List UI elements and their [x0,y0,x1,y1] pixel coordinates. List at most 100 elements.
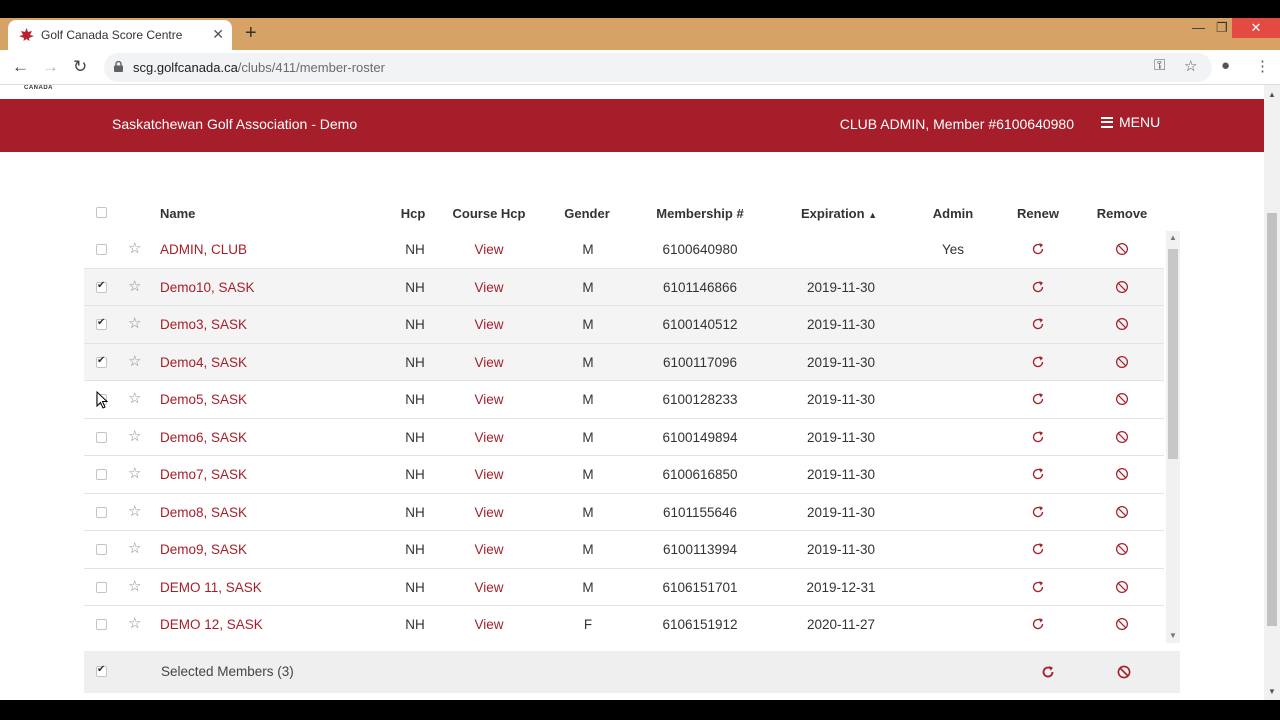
favorite-star-icon[interactable]: ☆ [128,239,141,257]
renew-icon[interactable] [1031,505,1045,519]
favorite-star-icon[interactable]: ☆ [128,352,141,370]
course-hcp-view-link[interactable]: View [474,617,503,632]
member-name-link[interactable]: Demo6, SASK [160,430,247,445]
col-hcp[interactable]: Hcp [401,206,426,221]
remove-icon[interactable] [1115,467,1129,481]
new-tab-icon[interactable]: + [245,23,257,43]
member-name-link[interactable]: DEMO 12, SASK [160,617,263,632]
col-membership[interactable]: Membership # [656,206,743,221]
renew-icon[interactable] [1031,317,1045,331]
favorite-star-icon[interactable]: ☆ [128,314,141,332]
page-scrollbar[interactable]: ▲ ▼ [1264,85,1280,700]
favorite-star-icon[interactable]: ☆ [128,427,141,445]
remove-icon[interactable] [1115,617,1129,631]
remove-icon[interactable] [1115,317,1129,331]
renew-icon[interactable] [1031,580,1045,594]
course-hcp-view-link[interactable]: View [474,280,503,295]
page-scroll-down-icon[interactable]: ▼ [1268,687,1276,696]
favorite-star-icon[interactable]: ☆ [128,277,141,295]
browser-tab[interactable]: Golf Canada Score Centre ✕ [8,20,232,50]
member-name-link[interactable]: Demo4, SASK [160,355,247,370]
remove-icon[interactable] [1115,242,1129,256]
table-scroll-thumb[interactable] [1168,249,1178,459]
select-all-checkbox[interactable] [96,207,107,218]
course-hcp-view-link[interactable]: View [474,580,503,595]
key-icon[interactable]: ⚿ [1154,57,1165,74]
renew-icon[interactable] [1031,542,1045,556]
course-hcp-view-link[interactable]: View [474,392,503,407]
favorite-star-icon[interactable]: ☆ [128,502,141,520]
restore-icon[interactable]: ❐ [1216,20,1228,36]
member-name-link[interactable]: DEMO 11, SASK [160,580,262,595]
favorite-star-icon[interactable]: ☆ [128,614,141,632]
col-course-hcp[interactable]: Course Hcp [453,206,526,221]
forward-arrow-icon[interactable]: → [42,57,59,77]
back-arrow-icon[interactable]: ← [12,57,29,77]
selected-members-checkbox[interactable] [96,664,107,677]
menu-button[interactable]: MENU [1101,114,1160,130]
table-row[interactable]: ☆ Demo7, SASK NH View M 6100616850 2019-11-30 [84,456,1164,494]
course-hcp-view-link[interactable]: View [474,242,503,257]
member-name-link[interactable]: Demo3, SASK [160,317,247,332]
renew-icon[interactable] [1031,280,1045,294]
window-close-icon[interactable]: ✕ [1232,18,1280,38]
col-gender[interactable]: Gender [564,206,610,221]
member-name-link[interactable]: Demo10, SASK [160,280,255,295]
member-name-link[interactable]: Demo8, SASK [160,505,247,520]
minimize-icon[interactable]: — [1192,20,1205,35]
renew-icon[interactable] [1031,430,1045,444]
renew-icon[interactable] [1031,242,1045,256]
table-row[interactable]: ☆ Demo3, SASK NH View M 6100140512 2019-11-30 [84,306,1164,344]
more-options-icon[interactable]: ⋮ [1255,57,1270,75]
member-name-link[interactable]: Demo9, SASK [160,542,247,557]
table-row[interactable]: ☆ Demo5, SASK NH View M 6100128233 2019-11-30 [84,381,1164,419]
member-name-link[interactable]: ADMIN, CLUB [160,242,247,257]
favorite-star-icon[interactable]: ☆ [128,389,141,407]
close-tab-icon[interactable]: ✕ [212,26,224,43]
remove-icon[interactable] [1115,580,1129,594]
scroll-up-icon[interactable]: ▲ [1169,233,1177,242]
row-checkbox[interactable] [96,469,107,480]
remove-icon[interactable] [1115,430,1129,444]
member-name-link[interactable]: Demo7, SASK [160,467,247,482]
address-bar[interactable]: scg.golfcanada.ca/clubs/411/member-roste… [104,53,1212,82]
table-row[interactable]: ☆ DEMO 12, SASK NH View F 6106151912 2020-11-2… [84,606,1164,643]
row-checkbox[interactable] [96,317,107,330]
row-checkbox[interactable] [96,280,107,293]
member-name-link[interactable]: Demo5, SASK [160,392,247,407]
remove-icon[interactable] [1115,280,1129,294]
row-checkbox[interactable] [96,581,107,593]
bulk-remove-icon[interactable] [1117,665,1131,679]
renew-icon[interactable] [1031,617,1045,631]
row-checkbox[interactable] [96,431,107,443]
renew-icon[interactable] [1031,355,1045,369]
course-hcp-view-link[interactable]: View [474,505,503,520]
table-row[interactable]: ☆ Demo10, SASK NH View M 6101146866 2019-11-30 [84,268,1164,306]
row-checkbox[interactable] [96,355,107,368]
course-hcp-view-link[interactable]: View [474,317,503,332]
scroll-down-icon[interactable]: ▼ [1169,631,1177,640]
course-hcp-view-link[interactable]: View [474,430,503,445]
table-row[interactable]: ☆ Demo6, SASK NH View M 6100149894 2019-11-30 [84,419,1164,456]
favorite-star-icon[interactable]: ☆ [128,539,141,557]
course-hcp-view-link[interactable]: View [474,355,503,370]
row-checkbox[interactable] [96,544,107,555]
page-scroll-thumb[interactable] [1267,213,1277,626]
favorite-star-icon[interactable]: ☆ [128,464,141,482]
reload-icon[interactable]: ↻ [73,57,87,77]
remove-icon[interactable] [1115,392,1129,406]
table-row[interactable]: ☆ Demo4, SASK NH View M 6100117096 2019-11-30 [84,343,1164,381]
course-hcp-view-link[interactable]: View [474,542,503,557]
remove-icon[interactable] [1115,542,1129,556]
remove-icon[interactable] [1115,355,1129,369]
table-row[interactable]: ☆ ADMIN, CLUB NH View M 6100640980 Yes [84,231,1164,269]
row-checkbox[interactable] [96,244,107,255]
renew-icon[interactable] [1031,467,1045,481]
remove-icon[interactable] [1115,505,1129,519]
table-row[interactable]: ☆ DEMO 11, SASK NH View M 6106151701 2019-12-3… [84,569,1164,606]
table-row[interactable]: ☆ Demo8, SASK NH View M 6101155646 2019-11-30 [84,494,1164,531]
page-scroll-up-icon[interactable]: ▲ [1268,90,1276,99]
table-scrollbar[interactable]: ▲ ▼ [1166,231,1180,643]
row-checkbox[interactable] [96,506,107,518]
favorite-star-icon[interactable]: ☆ [128,577,141,595]
